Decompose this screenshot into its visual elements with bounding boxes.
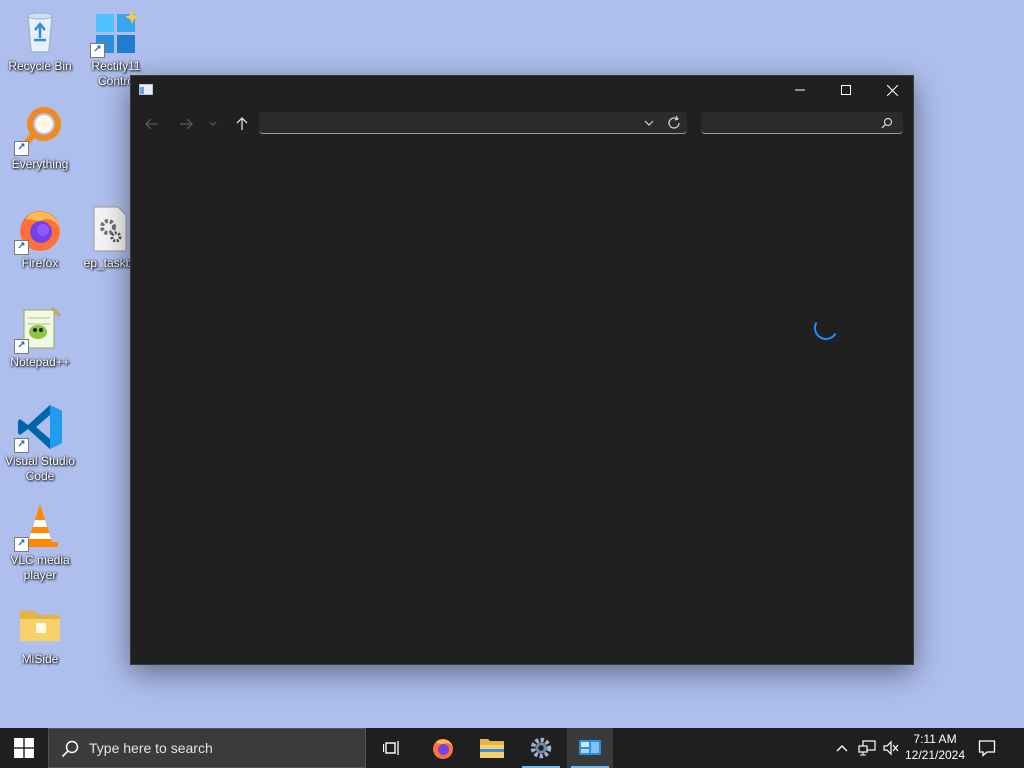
folder-icon xyxy=(16,601,64,649)
desktop-icon-label: MiSide xyxy=(21,652,59,666)
shortcut-arrow-icon: ↗ xyxy=(14,438,29,453)
close-button[interactable] xyxy=(869,76,915,104)
show-hidden-icons-button[interactable] xyxy=(832,728,852,768)
notification-icon xyxy=(978,740,996,757)
notifications-button[interactable] xyxy=(976,728,998,768)
control-panel-icon xyxy=(579,740,601,755)
clock-time: 7:11 AM xyxy=(913,732,957,746)
refresh-icon[interactable] xyxy=(667,116,681,130)
address-bar[interactable] xyxy=(259,112,687,134)
minimize-button[interactable] xyxy=(777,76,823,104)
shortcut-arrow-icon: ↗ xyxy=(14,537,29,552)
navigation-toolbar xyxy=(131,110,913,138)
desktop-icon-label: Visual Studio Code xyxy=(5,454,75,483)
chevron-up-icon xyxy=(836,745,848,752)
forward-button[interactable] xyxy=(174,113,198,135)
desktop-icon-label: VLC media player xyxy=(10,553,70,582)
taskbar-firefox[interactable] xyxy=(420,728,466,768)
recent-locations-button[interactable] xyxy=(204,113,222,135)
chevron-down-icon xyxy=(209,121,217,126)
maximize-icon xyxy=(841,85,851,95)
desktop-icon-vscode[interactable]: ↗ Visual Studio Code xyxy=(0,403,80,484)
magnifier-icon: ↗ xyxy=(14,106,64,156)
desktop-icon-label: Everything xyxy=(11,157,69,171)
vscode-icon: ↗ xyxy=(14,403,64,453)
shortcut-arrow-icon: ↗ xyxy=(14,141,29,156)
taskbar: Type here to search 7:11 AM 12/21/2024 xyxy=(0,728,1024,768)
windows-logo-sparkle-icon: ↗ xyxy=(90,8,140,58)
taskbar-clock[interactable]: 7:11 AM 12/21/2024 xyxy=(900,731,970,763)
shortcut-arrow-icon: ↗ xyxy=(14,240,29,255)
back-button[interactable] xyxy=(140,113,164,135)
windows-logo-icon xyxy=(14,738,34,758)
taskbar-settings[interactable] xyxy=(518,728,564,768)
taskbar-control-panel[interactable] xyxy=(567,728,613,768)
loading-spinner-icon xyxy=(811,313,841,343)
shortcut-arrow-icon: ↗ xyxy=(90,43,105,58)
search-icon xyxy=(881,117,893,129)
desktop-icon-label: Recycle Bin xyxy=(8,59,72,73)
gear-icon xyxy=(530,737,552,759)
address-dropdown-chevron-icon[interactable] xyxy=(644,120,654,127)
volume-button[interactable] xyxy=(880,728,902,768)
desktop-icon-everything[interactable]: ↗ Everything xyxy=(0,106,80,172)
recycle-bin-icon xyxy=(16,8,64,56)
arrow-left-icon xyxy=(145,118,158,130)
desktop-icon-vlc[interactable]: ↗ VLC media player xyxy=(0,502,80,583)
taskbar-file-explorer[interactable] xyxy=(469,728,515,768)
up-button[interactable] xyxy=(230,113,254,135)
close-icon xyxy=(886,84,898,96)
desktop-icon-recycle-bin[interactable]: Recycle Bin xyxy=(0,8,80,74)
maximize-button[interactable] xyxy=(823,76,869,104)
search-box[interactable] xyxy=(701,112,903,134)
taskbar-search-placeholder: Type here to search xyxy=(89,740,213,756)
desktop: Recycle Bin ↗ Rectify11 Contro ↗ Everyth xyxy=(0,0,1024,728)
desktop-icon-notepad-plus-plus[interactable]: ↗ Notepad++ xyxy=(0,304,80,370)
arrow-right-icon xyxy=(180,118,193,130)
task-view-icon xyxy=(383,741,399,755)
settings-file-icon xyxy=(84,205,132,253)
minimize-icon xyxy=(795,89,805,91)
desktop-icon-label: Notepad++ xyxy=(10,355,70,369)
folder-icon xyxy=(480,739,504,758)
clock-date: 12/21/2024 xyxy=(904,748,966,762)
notepad-plus-plus-icon: ↗ xyxy=(14,304,64,354)
desktop-icon-miside[interactable]: MiSide xyxy=(0,601,80,667)
arrow-up-icon xyxy=(236,117,248,130)
network-icon xyxy=(858,740,876,756)
shortcut-arrow-icon: ↗ xyxy=(14,339,29,354)
firefox-icon: ↗ xyxy=(14,205,64,255)
window-titlebar[interactable] xyxy=(131,76,913,106)
explorer-app-icon xyxy=(139,84,153,95)
task-view-button[interactable] xyxy=(369,728,415,768)
speaker-muted-icon xyxy=(883,740,899,756)
start-button[interactable] xyxy=(0,728,48,768)
taskbar-search-box[interactable]: Type here to search xyxy=(48,728,366,768)
file-explorer-window[interactable] xyxy=(130,75,914,665)
search-icon xyxy=(61,740,79,758)
vlc-cone-icon: ↗ xyxy=(14,502,64,552)
network-button[interactable] xyxy=(856,728,878,768)
firefox-icon xyxy=(433,739,453,759)
